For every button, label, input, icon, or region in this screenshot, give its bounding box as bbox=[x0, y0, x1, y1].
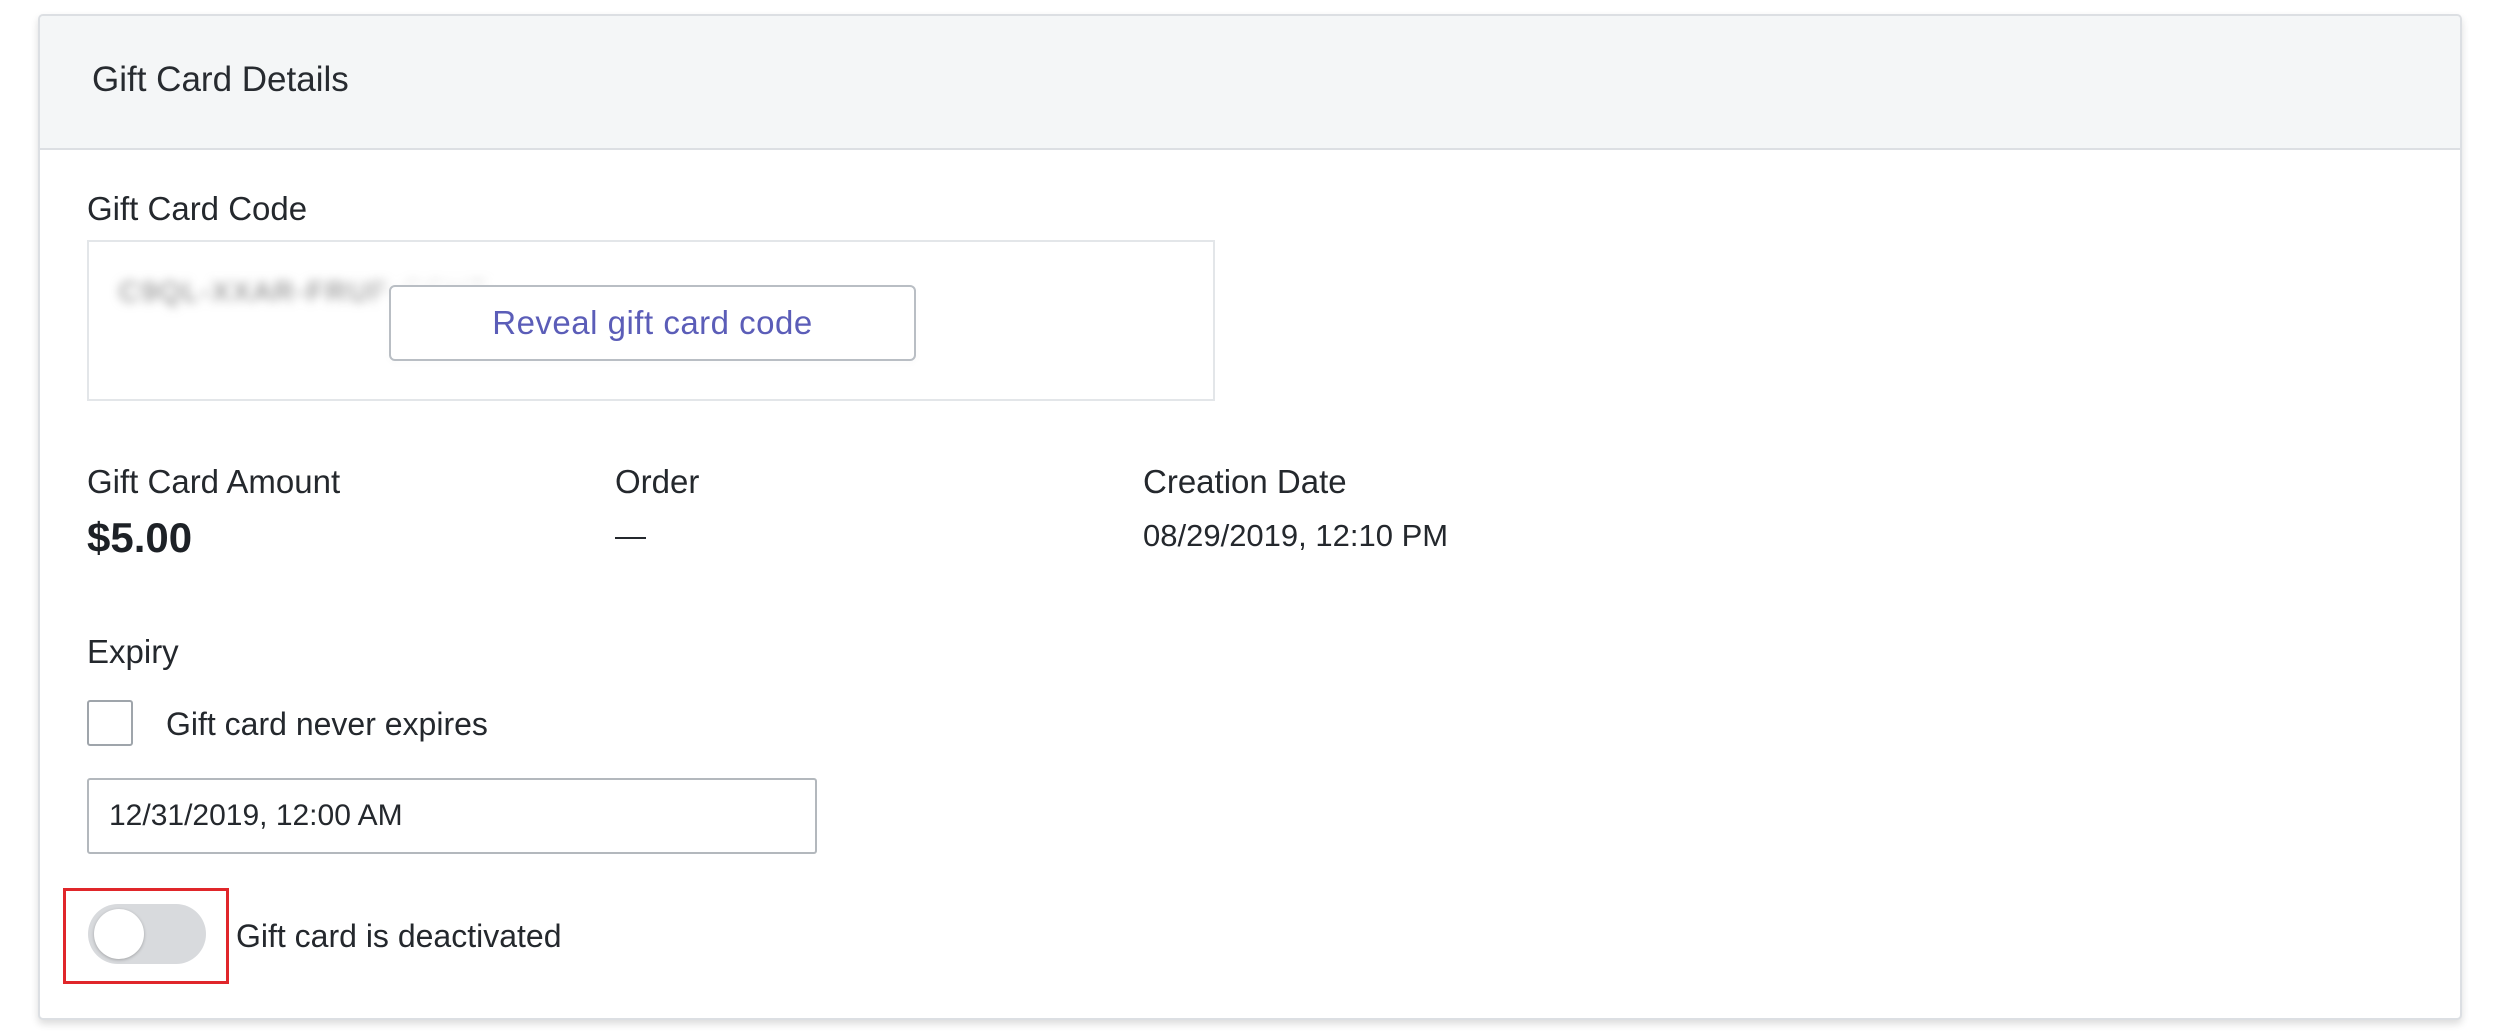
deactivated-toggle-label: Gift card is deactivated bbox=[236, 918, 562, 954]
gift-card-code-label: Gift Card Code bbox=[87, 190, 308, 227]
creation-date-label: Creation Date bbox=[1143, 463, 1347, 500]
gift-card-amount-value: $5.00 bbox=[87, 514, 193, 561]
gift-card-code-box: C9QL-XXAR-FRUP-CCHT Reveal gift card cod… bbox=[87, 240, 1215, 401]
creation-date-value: 08/29/2019, 12:10 PM bbox=[1143, 518, 1449, 553]
never-expires-label: Gift card never expires bbox=[166, 706, 488, 742]
never-expires-checkbox[interactable] bbox=[87, 700, 133, 746]
expiry-label: Expiry bbox=[87, 633, 179, 670]
order-value: — bbox=[615, 518, 646, 553]
reveal-code-button[interactable]: Reveal gift card code bbox=[389, 285, 916, 361]
gift-card-details-panel: Gift Card Details bbox=[38, 14, 2462, 1020]
order-label: Order bbox=[615, 463, 700, 500]
expiry-date-input[interactable] bbox=[87, 778, 817, 854]
gift-card-amount-label: Gift Card Amount bbox=[87, 463, 341, 500]
card-header: Gift Card Details bbox=[40, 16, 2460, 150]
card-title: Gift Card Details bbox=[92, 60, 349, 99]
toggle-knob bbox=[94, 909, 144, 959]
deactivated-toggle[interactable] bbox=[88, 904, 206, 964]
